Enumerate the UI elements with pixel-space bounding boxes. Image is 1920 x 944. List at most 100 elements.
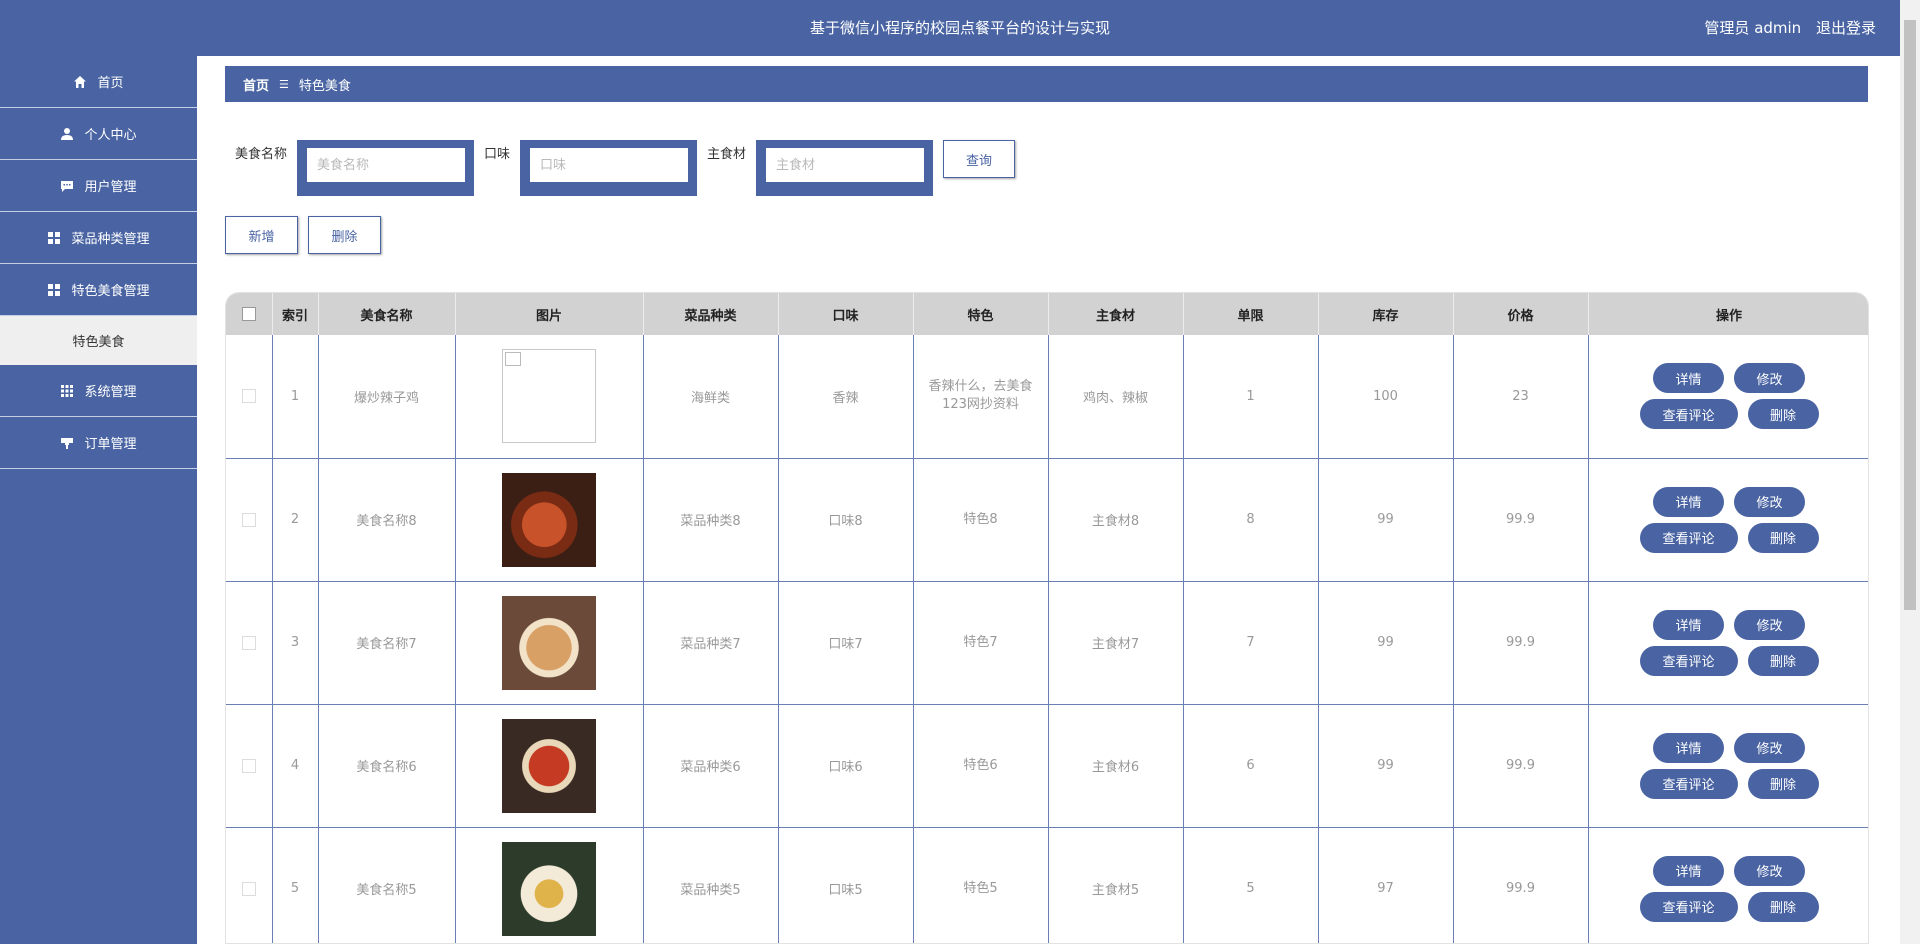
edit-button[interactable]: 修改 [1734, 363, 1805, 394]
col-header: 库存 [1318, 293, 1454, 335]
detail-button[interactable]: 详情 [1653, 486, 1724, 517]
user-icon [61, 127, 74, 140]
row-checkbox[interactable] [241, 881, 256, 896]
price-cell: 99.9 [1453, 581, 1589, 705]
stock-cell: 99 [1318, 581, 1454, 705]
sidebar-item-orders[interactable]: 订单管理 [0, 417, 197, 469]
sidebar-item-label: 订单管理 [84, 437, 137, 452]
batch-delete-button[interactable]: 删除 [308, 216, 381, 254]
view-comments-button[interactable]: 查看评论 [1639, 645, 1738, 676]
table-row: 3 美食名称7 菜品种类7 口味7 特色7 主食材7 7 99 99.9 详情 … [226, 581, 1868, 705]
edit-button[interactable]: 修改 [1734, 732, 1805, 763]
feature-cell: 特色8 [913, 458, 1049, 582]
index-cell: 1 [272, 335, 319, 459]
row-checkbox[interactable] [241, 512, 256, 527]
view-comments-button[interactable]: 查看评论 [1639, 891, 1738, 922]
food-image [502, 718, 596, 813]
detail-button[interactable]: 详情 [1653, 609, 1724, 640]
food-image [502, 595, 596, 690]
image-cell [455, 581, 644, 705]
sidebar-item-label: 用户管理 [84, 180, 137, 195]
name-search-input[interactable] [307, 148, 466, 182]
name-cell: 美食名称5 [318, 827, 456, 943]
main-content: 首页 ☰ 特色美食 美食名称 口味 主食材 查询 新增 删除 [197, 56, 1900, 944]
view-comments-button[interactable]: 查看评论 [1639, 399, 1738, 430]
feature-cell: 特色7 [913, 581, 1049, 705]
index-cell: 2 [272, 458, 319, 582]
limit-cell: 7 [1183, 581, 1319, 705]
sidebar-subitem-special-food[interactable]: 特色美食 [0, 316, 197, 365]
sidebar-item-users[interactable]: 用户管理 [0, 160, 197, 212]
row-checkbox[interactable] [241, 758, 256, 773]
vertical-scrollbar[interactable] [1900, 0, 1920, 944]
ops-cell: 详情 修改 查看评论 删除 [1588, 581, 1868, 705]
sidebar-item-label: 系统管理 [84, 385, 137, 400]
detail-button[interactable]: 详情 [1653, 363, 1724, 394]
row-checkbox[interactable] [241, 635, 256, 650]
detail-button[interactable]: 详情 [1653, 855, 1724, 886]
stock-cell: 97 [1318, 827, 1454, 943]
table-row: 4 美食名称6 菜品种类6 口味6 特色6 主食材6 6 99 99.9 详情 … [226, 704, 1868, 828]
col-header: 主食材 [1048, 293, 1184, 335]
apps-icon [61, 384, 74, 397]
sidebar-item-label: 特色美食 [72, 335, 125, 350]
category-cell: 菜品种类8 [643, 458, 779, 582]
taste-label: 口味 [484, 147, 511, 162]
name-cell: 美食名称6 [318, 704, 456, 828]
edit-button[interactable]: 修改 [1734, 486, 1805, 517]
select-all-checkbox[interactable] [241, 307, 256, 321]
price-cell: 99.9 [1453, 704, 1589, 828]
image-cell [455, 704, 644, 828]
top-header: 基于微信小程序的校园点餐平台的设计与实现 管理员 admin 退出登录 [0, 0, 1920, 56]
chat-icon [61, 180, 74, 192]
scrollbar-thumb[interactable] [1904, 20, 1916, 610]
ops-cell: 详情 修改 查看评论 删除 [1588, 704, 1868, 828]
breadcrumb-current: 特色美食 [298, 78, 351, 94]
index-cell: 4 [272, 704, 319, 828]
grid-icon [48, 283, 61, 296]
image-cell [455, 827, 644, 943]
ingredient-search-input[interactable] [766, 148, 925, 182]
stock-cell: 99 [1318, 458, 1454, 582]
delete-button[interactable]: 删除 [1747, 645, 1819, 676]
delete-button[interactable]: 删除 [1747, 399, 1819, 430]
view-comments-button[interactable]: 查看评论 [1639, 522, 1738, 553]
view-comments-button[interactable]: 查看评论 [1639, 768, 1738, 799]
taste-cell: 香辣 [778, 335, 914, 459]
taste-search-input[interactable] [530, 148, 689, 182]
cup-icon [61, 437, 74, 449]
ingredient-label: 主食材 [707, 147, 747, 162]
sidebar-item-category[interactable]: 菜品种类管理 [0, 212, 197, 264]
image-cell [455, 458, 644, 582]
sidebar-item-label: 特色美食管理 [71, 284, 150, 299]
image-cell [455, 335, 644, 459]
delete-button[interactable]: 删除 [1747, 522, 1819, 553]
logout-link[interactable]: 退出登录 [1816, 19, 1876, 37]
user-area: 管理员 admin 退出登录 [1694, 0, 1876, 56]
row-checkbox[interactable] [241, 389, 256, 404]
feature-cell: 特色5 [913, 827, 1049, 943]
sidebar: 首页 个人中心 用户管理 菜品种类管理 特色美食管理 特色美食 系统管理 订单管… [0, 56, 197, 944]
sidebar-item-home[interactable]: 首页 [0, 56, 197, 108]
edit-button[interactable]: 修改 [1734, 609, 1805, 640]
name-input-wrap [297, 140, 475, 196]
name-cell: 美食名称8 [318, 458, 456, 582]
col-header: 单限 [1183, 293, 1319, 335]
price-cell: 23 [1453, 335, 1589, 459]
add-button[interactable]: 新增 [225, 216, 298, 254]
ops-cell: 详情 修改 查看评论 删除 [1588, 458, 1868, 582]
delete-button[interactable]: 删除 [1747, 891, 1819, 922]
delete-button[interactable]: 删除 [1747, 768, 1819, 799]
breadcrumb-home[interactable]: 首页 [243, 75, 269, 94]
query-button[interactable]: 查询 [943, 140, 1016, 178]
breadcrumb: 首页 ☰ 特色美食 [225, 66, 1868, 102]
edit-button[interactable]: 修改 [1734, 855, 1805, 886]
table-header-row: 索引 美食名称 图片 菜品种类 口味 特色 主食材 单限 库存 价格 操作 [226, 293, 1868, 335]
detail-button[interactable]: 详情 [1653, 732, 1724, 763]
sidebar-item-system[interactable]: 系统管理 [0, 365, 197, 417]
taste-cell: 口味7 [778, 581, 914, 705]
sidebar-item-special-food-manage[interactable]: 特色美食管理 [0, 264, 197, 316]
grid-icon [48, 231, 61, 244]
ingredient-cell: 鸡肉、辣椒 [1048, 335, 1184, 459]
sidebar-item-profile[interactable]: 个人中心 [0, 108, 197, 160]
